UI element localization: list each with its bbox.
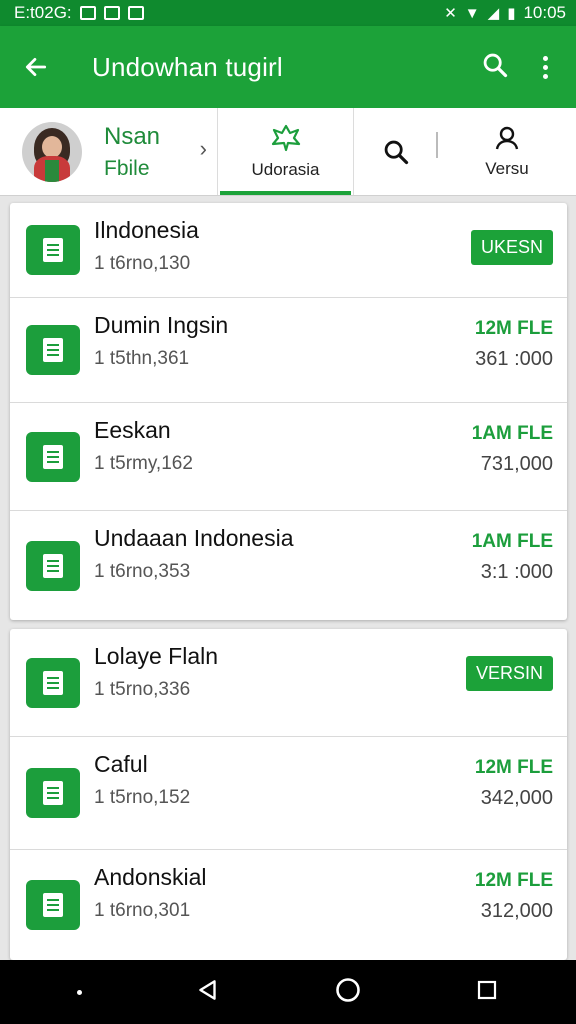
item-size: 1AM FLE — [471, 423, 553, 444]
home-circle-icon — [336, 977, 360, 1002]
item-subtitle: 1 t5thn,361 — [94, 348, 190, 369]
tab-label: Versu — [485, 158, 529, 178]
chevron-right-icon: › — [199, 136, 207, 161]
avatar — [22, 121, 82, 182]
document-icon — [26, 431, 80, 482]
page-title: Undowhan tugirl — [92, 51, 283, 82]
list-item[interactable]: Dumin Ingsin 1 t5thn,361 12M FLE 361 :00… — [10, 298, 567, 403]
more-options-button[interactable] — [537, 52, 554, 83]
item-title: Ilndonesia — [94, 217, 199, 243]
profile-card[interactable]: Nsan Fbile › — [0, 108, 218, 195]
more-vert-icon — [543, 55, 548, 61]
system-nav-bar — [0, 960, 576, 1024]
back-button[interactable] — [0, 54, 72, 80]
notification-icon — [79, 6, 96, 20]
list-item[interactable]: Eeskan 1 t5rmy,162 1AM FLE 731,000 — [10, 403, 567, 511]
list-card: Lolaye Flaln 1 t5rno,336 VERSIN Caful 1 … — [10, 629, 567, 960]
list-card: Ilndonesia 1 t6rno,130 UKESN Dumin Ingsi… — [10, 203, 567, 620]
back-triangle-icon — [199, 979, 216, 1000]
status-time: 10:05 — [523, 3, 566, 22]
item-value: 3:1 :000 — [480, 561, 553, 583]
document-icon — [26, 325, 80, 375]
profile-name: Nsan — [104, 122, 161, 150]
item-subtitle: 1 t6rno,353 — [94, 561, 191, 582]
item-title: Lolaye Flaln — [94, 643, 219, 669]
item-title: Undaaan Indonesia — [94, 525, 294, 551]
search-icon — [483, 53, 508, 77]
item-subtitle: 1 t5rno,152 — [94, 787, 191, 808]
item-title: Caful — [94, 751, 148, 777]
list-item[interactable]: Andonskial 1 t6rno,301 12M FLE 312,000 — [10, 850, 567, 960]
user-icon — [495, 126, 519, 149]
list-item[interactable]: Lolaye Flaln 1 t5rno,336 VERSIN — [10, 629, 567, 737]
item-subtitle: 1 t6rno,130 — [94, 253, 191, 274]
back-arrow-icon — [25, 58, 47, 76]
item-title: Eeskan — [94, 417, 171, 443]
notification-icon — [127, 6, 144, 20]
status-left-text: E:t02G: — [14, 3, 72, 22]
item-size: 1AM FLE — [471, 531, 553, 552]
battery-icon: ▮ — [507, 4, 516, 22]
tab-search[interactable] — [354, 108, 438, 195]
recents-square-icon — [478, 980, 497, 999]
home-nav-button[interactable] — [334, 976, 362, 1009]
item-value: 731,000 — [480, 453, 553, 475]
item-subtitle: 1 t5rmy,162 — [94, 453, 193, 474]
search-button[interactable] — [481, 51, 509, 84]
item-title: Dumin Ingsin — [94, 312, 229, 338]
item-value: 312,000 — [480, 900, 553, 922]
notification-icon — [103, 6, 120, 20]
mute-icon: ✕ — [444, 4, 457, 22]
item-size: 12M FLE — [474, 870, 553, 891]
list-item[interactable]: Ilndonesia 1 t6rno,130 UKESN — [10, 203, 567, 298]
profile-tab-strip: Nsan Fbile › Udorasia Versu — [0, 108, 576, 196]
tab-label: Udorasia — [251, 159, 320, 179]
list-item[interactable]: Caful 1 t5rno,152 12M FLE 342,000 — [10, 737, 567, 850]
item-subtitle: 1 t6rno,301 — [94, 900, 191, 921]
profile-subtitle: Fbile — [104, 156, 150, 180]
list-item[interactable]: Undaaan Indonesia 1 t6rno,353 1AM FLE 3:… — [10, 511, 567, 620]
item-value: 361 :000 — [475, 348, 553, 370]
document-icon — [26, 768, 80, 818]
search-icon — [384, 140, 409, 164]
tab-versu[interactable]: Versu — [438, 108, 576, 195]
document-icon — [26, 225, 80, 275]
tab-indicator — [220, 191, 351, 195]
document-icon — [26, 540, 80, 591]
back-nav-button[interactable] — [195, 977, 221, 1008]
app-bar: Undowhan tugirl — [0, 26, 576, 108]
signal-icon: ◢ — [487, 4, 500, 22]
item-badge-button[interactable]: VERSIN — [465, 656, 553, 691]
wifi-icon: ▼ — [464, 4, 480, 22]
item-value: 342,000 — [480, 787, 553, 809]
leaf-icon — [271, 124, 300, 151]
item-badge-button[interactable]: UKESN — [470, 230, 553, 265]
document-icon — [26, 657, 80, 708]
item-size: 12M FLE — [474, 757, 553, 778]
item-title: Andonskial — [94, 864, 207, 890]
tab-udorasia[interactable]: Udorasia — [218, 108, 354, 195]
item-size: 12M FLE — [474, 318, 553, 339]
recents-nav-button[interactable] — [475, 978, 499, 1007]
dot-icon — [76, 989, 82, 995]
document-icon — [26, 880, 80, 930]
item-subtitle: 1 t5rno,336 — [94, 679, 191, 700]
status-bar: E:t02G: ✕ ▼ ◢ ▮ 10:05 — [0, 0, 576, 26]
